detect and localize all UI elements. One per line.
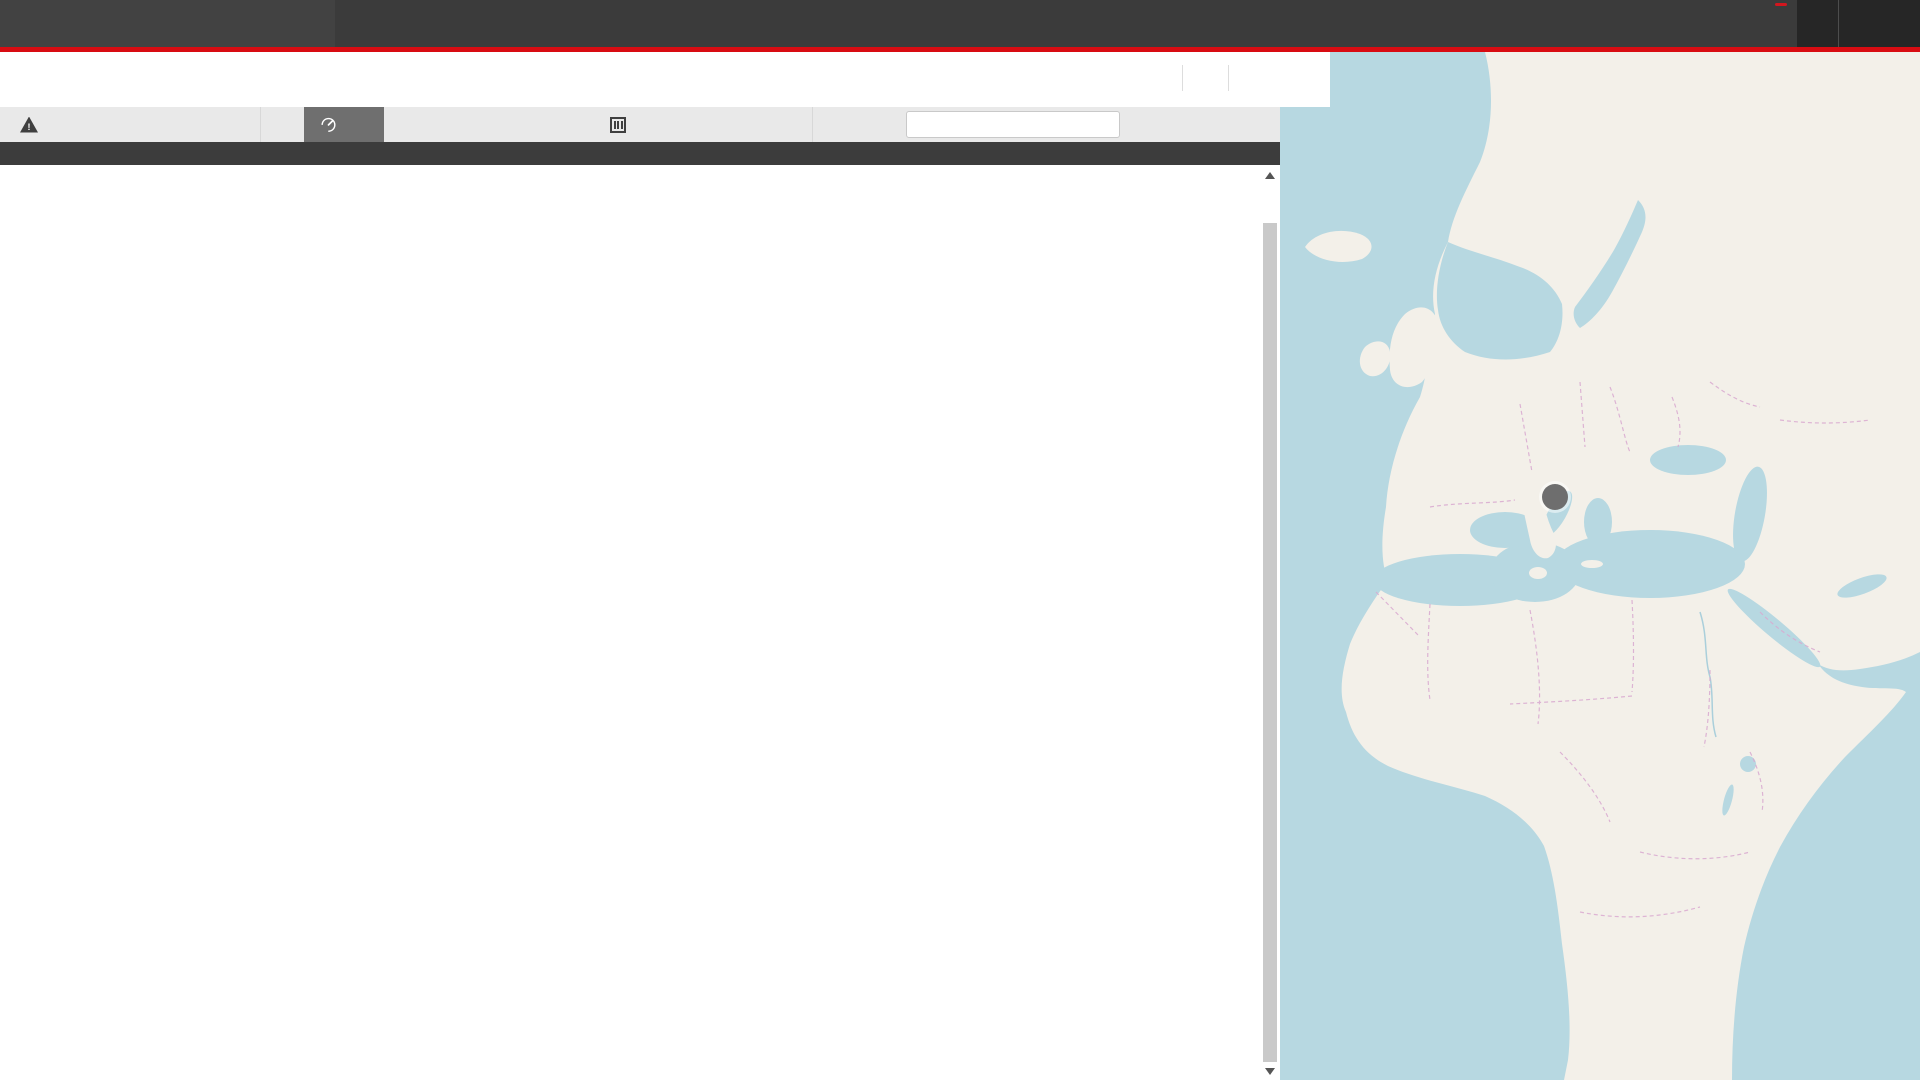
brand-logo bbox=[0, 0, 335, 47]
nav-right bbox=[1725, 0, 1920, 47]
sort-last-update[interactable] bbox=[610, 107, 657, 142]
divider bbox=[812, 107, 813, 142]
column-view-button[interactable] bbox=[651, 66, 677, 92]
list-view-button[interactable] bbox=[571, 66, 597, 92]
toolbar bbox=[0, 52, 1330, 107]
accent-line bbox=[0, 47, 1920, 52]
view-switcher bbox=[557, 66, 677, 92]
map-canvas[interactable] bbox=[1280, 52, 1920, 1080]
user-menu[interactable] bbox=[1797, 0, 1838, 47]
sort-alarm-type[interactable]: ! bbox=[20, 107, 69, 142]
gauge-icon bbox=[319, 115, 338, 134]
grid-view-button[interactable] bbox=[611, 66, 637, 92]
caret-up-icon bbox=[356, 120, 369, 129]
scrollbar-thumb[interactable] bbox=[1263, 223, 1277, 1062]
scrollbar-down-arrow[interactable] bbox=[1265, 1068, 1275, 1075]
logout-button[interactable] bbox=[1838, 0, 1920, 47]
previous-page-button[interactable] bbox=[1196, 69, 1215, 88]
units-list bbox=[0, 165, 1280, 1080]
map-panel[interactable] bbox=[1280, 52, 1920, 1080]
unit-search-box bbox=[906, 111, 1120, 138]
divider bbox=[1228, 65, 1229, 91]
caret-up-icon bbox=[56, 120, 69, 129]
sort-bar: ! bbox=[0, 107, 1280, 142]
filter-group bbox=[1140, 65, 1261, 91]
search-input[interactable] bbox=[922, 117, 1111, 133]
alarm-type-icon: ! bbox=[20, 117, 38, 133]
divider bbox=[260, 107, 261, 142]
table-header bbox=[0, 142, 1280, 165]
scrollbar-up-arrow[interactable] bbox=[1265, 172, 1275, 179]
cluster-behind-pin[interactable] bbox=[1542, 484, 1568, 510]
notifications-button[interactable] bbox=[1725, 0, 1797, 47]
brand-mark-icon bbox=[196, 1, 240, 31]
last-update-icon bbox=[610, 117, 626, 133]
filter-icon[interactable] bbox=[1140, 68, 1161, 89]
next-page-button[interactable] bbox=[1242, 69, 1261, 88]
notification-count-badge bbox=[1775, 3, 1787, 6]
caret-up-icon bbox=[644, 120, 657, 129]
divider bbox=[1182, 65, 1183, 91]
websupervisor-app: ! bbox=[0, 0, 1920, 1080]
top-navbar bbox=[0, 0, 1920, 47]
scrollbar[interactable] bbox=[1260, 165, 1280, 1080]
sort-unit-name-active[interactable] bbox=[304, 107, 384, 142]
